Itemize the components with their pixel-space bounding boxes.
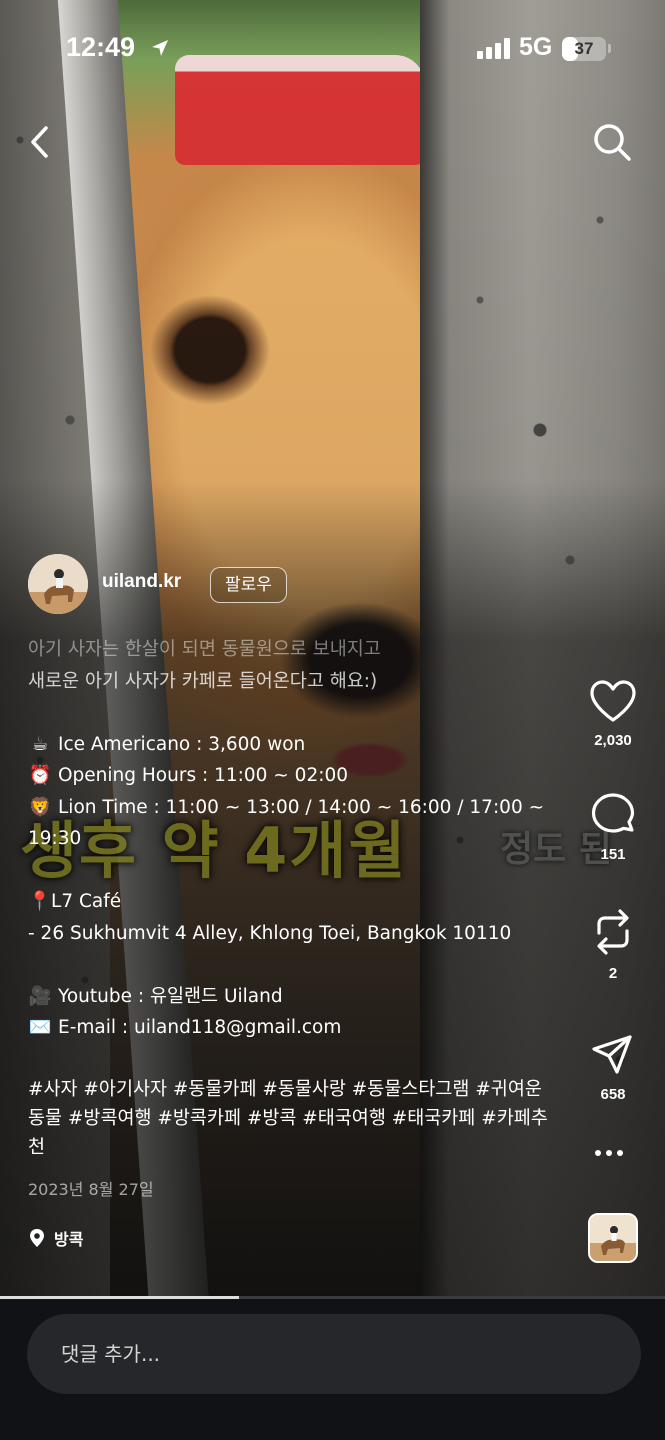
status-time: 12:49 xyxy=(66,32,136,62)
post-caption: 아기 사자는 한살이 되면 동물원으로 보내지고 새로운 아기 사자가 카페로 … xyxy=(28,634,553,1044)
envelope-icon: ✉️ xyxy=(28,1017,52,1038)
caption-address: - 26 Sukhumvit 4 Alley, Khlong Toei, Ban… xyxy=(28,922,512,944)
caption-menu-item: ☕ Ice Americano : 3,600 won xyxy=(28,729,553,761)
post-hashtags[interactable]: #사자 #아기사자 #동물카페 #동물사랑 #동물스타그램 #귀여운동물 #방콕… xyxy=(28,1075,558,1162)
share-count: 658 xyxy=(600,1086,626,1103)
comment-button[interactable]: 151 xyxy=(580,790,646,863)
send-icon xyxy=(592,1035,632,1074)
repost-count: 2 xyxy=(608,965,618,982)
lion-icon: 🦁 xyxy=(28,796,52,818)
location-label: 방콕 xyxy=(54,1230,84,1249)
caption-intro-line-1: 아기 사자는 한살이 되면 동물원으로 보내지고 xyxy=(28,639,381,660)
author-username[interactable]: uiland.kr xyxy=(102,571,181,593)
location-arrow-icon xyxy=(150,38,170,58)
cellular-signal-icon xyxy=(477,38,510,59)
battery-cap xyxy=(608,44,611,53)
network-type: 5G xyxy=(519,33,553,61)
post-date: 2023년 8월 27일 xyxy=(28,1180,154,1199)
repost-icon xyxy=(597,909,629,955)
author-avatar[interactable] xyxy=(28,554,88,614)
back-chevron-icon xyxy=(31,126,48,158)
pin-emoji-icon: 📍 xyxy=(28,891,52,912)
audio-thumbnail[interactable] xyxy=(588,1213,638,1263)
battery-icon: 37 xyxy=(562,37,606,61)
follow-button[interactable]: 팔로우 xyxy=(210,567,287,603)
coffee-icon: ☕ xyxy=(31,733,49,755)
camera-icon: 🎥 xyxy=(28,985,52,1007)
caption-menu-item: 🦁 Lion Time : 11:00 ~ 13:00 / 14:00 ~ 16:… xyxy=(28,792,553,855)
caption-place: 📍L7 Café xyxy=(28,891,122,912)
caption-intro-line-2: 새로운 아기 사자가 카페로 들어온다고 해요:) xyxy=(28,670,378,692)
back-button[interactable] xyxy=(22,120,62,164)
caption-contact: 🎥 Youtube : 유일랜드 Uiland xyxy=(28,981,553,1013)
alarm-clock-icon: ⏰ xyxy=(28,765,52,786)
like-count: 2,030 xyxy=(594,732,632,749)
post-location[interactable]: 방콕 xyxy=(28,1226,83,1250)
location-pin-icon xyxy=(30,1229,44,1247)
caption-contact: ✉️ E-mail : uiland118@gmail.com xyxy=(28,1012,553,1044)
comment-input[interactable]: 댓글 추가... xyxy=(27,1314,641,1394)
caption-menu-item: ⏰ Opening Hours : 11:00 ~ 02:00 xyxy=(28,760,553,792)
repost-button[interactable]: 2 xyxy=(580,905,646,982)
search-button[interactable] xyxy=(588,118,636,166)
comment-icon xyxy=(591,793,635,833)
heart-icon xyxy=(590,680,636,722)
comment-count: 151 xyxy=(600,846,626,863)
battery-level: 37 xyxy=(574,39,594,58)
like-button[interactable]: 2,030 xyxy=(580,676,646,749)
search-icon xyxy=(594,124,631,161)
status-bar: 12:49 5G 37 xyxy=(0,0,665,100)
more-icon[interactable] xyxy=(595,1150,623,1156)
share-button[interactable]: 658 xyxy=(580,1030,646,1103)
